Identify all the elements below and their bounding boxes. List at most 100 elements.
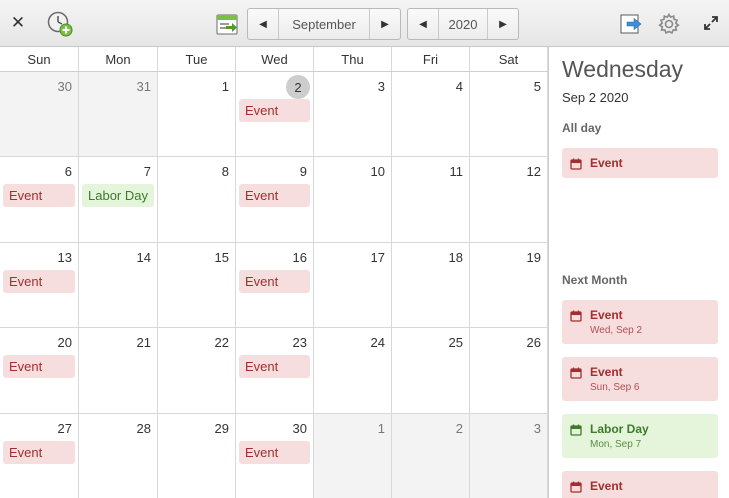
day-number: 3 [533,420,541,436]
chevron-left-icon: ◀ [259,18,267,30]
day-cell[interactable]: 3 [470,413,548,498]
weekday-header: Sun Mon Tue Wed Thu Fri Sat [0,47,548,72]
day-cell[interactable]: 18 [392,242,470,328]
agenda-sidebar: Wednesday Sep 2 2020 All day Next Month … [548,47,729,498]
day-cell[interactable]: 2 [392,413,470,498]
day-cell[interactable]: 21 [79,328,158,413]
all-day-heading: All day [562,121,602,135]
day-cell[interactable]: 20 Event [0,328,79,413]
day-number: 24 [370,335,385,351]
calendar-icon [570,157,582,170]
day-cell[interactable]: 10 [314,157,392,242]
day-cell[interactable]: 5 [470,72,548,157]
day-cell[interactable]: 30 Event [236,413,314,498]
agenda-event-date: Mon, Sep 7 [590,439,642,450]
day-cell[interactable]: 13 Event [0,242,79,328]
day-cell[interactable]: 25 [392,328,470,413]
day-cell[interactable]: 30 [0,72,79,157]
day-number: 10 [370,164,385,180]
close-button[interactable]: ✕ [6,11,30,35]
day-number: 25 [448,335,463,351]
event-chip[interactable]: Event [239,99,310,122]
day-cell[interactable]: 4 [392,72,470,157]
day-cell[interactable]: 12 [470,157,548,242]
day-cell[interactable]: 1 [158,72,236,157]
day-number: 26 [526,335,541,351]
next-month-heading: Next Month [562,273,628,287]
day-cell[interactable]: 31 [79,72,158,157]
day-cell[interactable]: 3 [314,72,392,157]
day-cell[interactable]: 23 Event [236,328,314,413]
event-chip[interactable]: Event [3,440,75,464]
event-chip[interactable]: Event [3,355,75,379]
day-number: 11 [449,164,464,180]
weekday-label: Sat [470,47,548,71]
day-number: 6 [64,164,72,180]
export-icon [620,14,642,34]
day-cell[interactable]: 2 Event [236,72,314,157]
chevron-right-icon: ▶ [381,18,389,30]
agenda-event-date: Wed, Sep 2 [590,325,643,336]
day-cell[interactable]: 27 Event [0,413,79,498]
day-number: 7 [143,164,151,180]
event-chip[interactable]: Event [239,355,310,379]
calendar-icon [570,480,582,493]
agenda-event-title: Event [590,479,623,493]
day-cell[interactable]: 24 [314,328,392,413]
day-cell[interactable]: 16 Event [236,242,314,328]
previous-month-button[interactable]: ◀ [248,9,278,39]
calendar-icon [570,309,582,322]
go-to-today-button[interactable] [212,9,242,39]
day-number: 20 [57,335,72,351]
day-cell[interactable]: 28 [79,413,158,498]
day-cell[interactable]: 7 Labor Day [79,157,158,242]
agenda-event-date: Sun, Sep 6 [590,382,640,393]
day-cell[interactable]: 14 [79,242,158,328]
day-number: 3 [377,79,385,94]
export-button[interactable] [617,10,645,38]
fullscreen-button[interactable] [700,12,722,34]
agenda-event-card[interactable]: Event Wed, Sep 2 [562,300,718,344]
day-number: 4 [455,79,463,94]
day-number: 5 [533,79,541,94]
agenda-event-card[interactable]: Event [562,471,718,498]
day-number: 29 [214,420,229,436]
next-month-button[interactable]: ▶ [370,9,400,39]
next-year-button[interactable]: ▶ [488,9,518,39]
day-cell[interactable]: 6 Event [0,157,79,242]
gear-icon [658,12,680,34]
day-cell[interactable]: 8 [158,157,236,242]
selected-day-name: Wednesday [562,56,684,82]
day-number: 16 [292,249,307,265]
day-number: 31 [136,79,151,94]
agenda-event-card[interactable]: Event Sun, Sep 6 [562,357,718,401]
day-cell[interactable]: 11 [392,157,470,242]
event-chip[interactable]: Labor Day [82,184,154,208]
event-chip[interactable]: Event [239,440,310,464]
event-chip[interactable]: Event [3,184,75,208]
day-cell[interactable]: 1 [314,413,392,498]
previous-year-button[interactable]: ◀ [408,9,438,39]
agenda-event-title: Event [590,156,623,170]
day-cell[interactable]: 29 [158,413,236,498]
agenda-event-title: Event [590,365,623,379]
event-chip[interactable]: Event [239,184,310,208]
day-cell[interactable]: 17 [314,242,392,328]
day-cell[interactable]: 19 [470,242,548,328]
agenda-event-card[interactable]: Labor Day Mon, Sep 7 [562,414,718,458]
add-event-button[interactable] [45,9,75,39]
event-chip[interactable]: Event [3,269,75,293]
agenda-event-card[interactable]: Event [562,148,718,178]
weekday-label: Thu [314,47,392,71]
calendar-icon [570,423,582,436]
year-label[interactable]: 2020 [438,9,488,39]
settings-button[interactable] [655,10,683,38]
month-label[interactable]: September [278,9,370,39]
day-cell[interactable]: 9 Event [236,157,314,242]
add-event-icon [47,11,73,37]
day-cell[interactable]: 22 [158,328,236,413]
day-cell[interactable]: 26 [470,328,548,413]
day-number: 27 [57,420,72,436]
event-chip[interactable]: Event [239,269,310,293]
day-cell[interactable]: 15 [158,242,236,328]
